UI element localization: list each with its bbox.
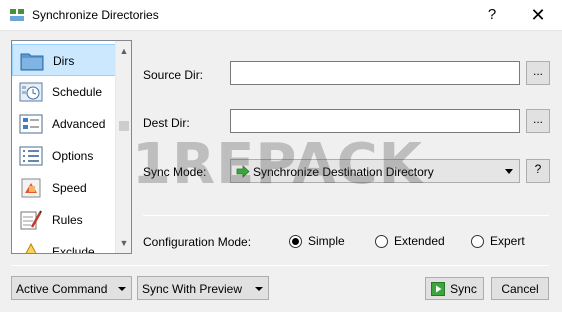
nav-item-label: Advanced: [52, 117, 106, 131]
radio-label: Simple: [308, 234, 345, 248]
radio-button[interactable]: [289, 235, 302, 248]
sync-button[interactable]: Sync: [425, 277, 484, 300]
play-icon: [431, 282, 445, 296]
dest-dir-label: Dest Dir:: [143, 116, 190, 130]
arrow-right-icon: [236, 165, 250, 178]
dest-dir-input[interactable]: [230, 109, 520, 133]
sync-with-preview-dropdown[interactable]: Sync With Preview: [137, 276, 269, 300]
chevron-down-icon: [118, 287, 126, 291]
radio-expert[interactable]: Expert: [471, 234, 541, 250]
source-dir-input[interactable]: [230, 61, 520, 85]
nav-item-advanced[interactable]: Advanced: [12, 108, 116, 140]
cancel-button-label: Cancel: [501, 282, 539, 296]
window-title: Synchronize Directories: [32, 8, 159, 22]
nav-item-exclude[interactable]: Exclude: [12, 236, 116, 254]
nav-item-label: Options: [52, 149, 94, 163]
nav-item-label: Exclude: [52, 245, 95, 254]
radio-label: Expert: [490, 234, 525, 248]
app-icon: [10, 9, 24, 21]
nav-item-dirs[interactable]: Dirs: [12, 44, 116, 76]
nav-item-label: Dirs: [53, 54, 75, 68]
dest-browse-button[interactable]: ...: [526, 109, 550, 133]
active-command-label: Active Command: [16, 282, 108, 296]
settings-nav-list[interactable]: Dirs Schedule Advanced Options Speed Rul…: [11, 40, 132, 254]
advanced-icon: [19, 114, 43, 134]
active-command-dropdown[interactable]: Active Command: [11, 276, 132, 300]
exclude-icon: [25, 242, 37, 253]
sync-mode-select[interactable]: Synchronize Destination Directory: [230, 159, 520, 183]
footer-separator: [11, 265, 549, 266]
separator: [143, 215, 549, 216]
nav-item-speed[interactable]: Speed: [12, 172, 116, 204]
nav-list-items: Dirs Schedule Advanced Options Speed Rul…: [12, 41, 116, 254]
radio-simple[interactable]: Simple: [289, 234, 349, 250]
sync-mode-label: Sync Mode:: [143, 165, 207, 179]
source-browse-button[interactable]: ...: [526, 61, 550, 85]
sync-mode-value: Synchronize Destination Directory: [253, 165, 434, 179]
nav-item-rules[interactable]: Rules: [12, 204, 116, 236]
nav-item-schedule[interactable]: Schedule: [12, 76, 116, 108]
cancel-button[interactable]: Cancel: [491, 277, 549, 300]
nav-item-label: Rules: [52, 213, 83, 227]
close-icon[interactable]: ✕: [524, 4, 552, 26]
nav-item-label: Speed: [52, 181, 87, 195]
nav-scrollbar[interactable]: ▲ ▼: [115, 41, 131, 253]
scroll-up-icon[interactable]: ▲: [116, 43, 131, 59]
rules-icon: [20, 210, 42, 230]
radio-extended[interactable]: Extended: [375, 234, 455, 250]
title-bar: Synchronize Directories ? ✕: [0, 0, 562, 31]
config-mode-label: Configuration Mode:: [143, 235, 252, 249]
options-icon: [19, 146, 43, 166]
chevron-down-icon: [505, 169, 513, 174]
speed-icon: [21, 178, 41, 198]
scroll-down-icon[interactable]: ▼: [116, 235, 131, 251]
help-icon[interactable]: ?: [482, 4, 502, 26]
radio-button[interactable]: [471, 235, 484, 248]
folder-icon: [20, 53, 44, 71]
nav-item-options[interactable]: Options: [12, 140, 116, 172]
sync-button-label: Sync: [450, 282, 477, 296]
nav-item-label: Schedule: [52, 85, 103, 99]
chevron-down-icon: [255, 287, 263, 291]
source-dir-label: Source Dir:: [143, 68, 204, 82]
scroll-thumb[interactable]: [119, 121, 129, 131]
sync-with-preview-label: Sync With Preview: [142, 282, 243, 296]
radio-label: Extended: [394, 234, 445, 248]
sync-mode-help-button[interactable]: ?: [526, 159, 550, 183]
schedule-icon: [19, 82, 43, 102]
radio-button[interactable]: [375, 235, 388, 248]
